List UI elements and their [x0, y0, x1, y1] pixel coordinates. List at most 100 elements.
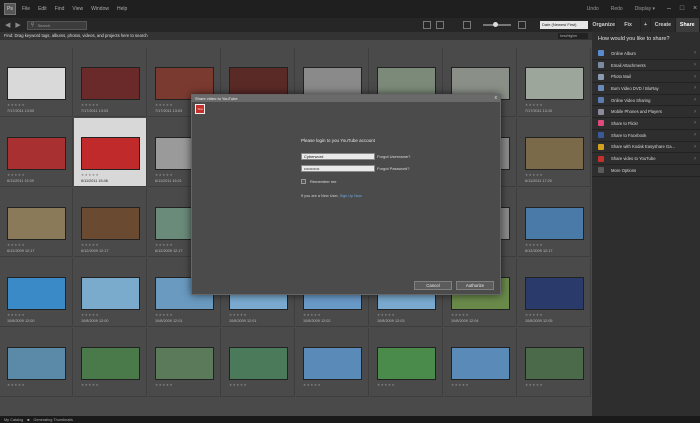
tab-plus[interactable]: +: [640, 18, 652, 32]
share-option[interactable]: Share to Facebook ›: [592, 130, 700, 142]
zoom-slider-handle[interactable]: [493, 22, 498, 27]
tab-organize[interactable]: Organize: [592, 18, 617, 32]
star-rating[interactable]: ★★★★★: [155, 243, 173, 247]
star-rating[interactable]: ★★★★★: [155, 173, 173, 177]
star-rating[interactable]: ★★★★★: [81, 383, 99, 387]
media-thumbnail-cell[interactable]: ★★★★★ 6/11/2011 15:39: [0, 118, 73, 187]
share-option[interactable]: More Options: [592, 165, 700, 177]
thumbnail-image[interactable]: [7, 347, 66, 380]
share-option[interactable]: Photo Mail ›: [592, 71, 700, 84]
media-thumbnail-cell[interactable]: ★★★★★ 6/11/2011 15:46: [74, 118, 147, 187]
thumbnail-image[interactable]: [229, 347, 288, 380]
media-thumbnail-cell[interactable]: ★★★★★: [370, 328, 443, 397]
share-option[interactable]: Share to Flickr ›: [592, 118, 700, 130]
media-thumbnail-cell[interactable]: ★★★★★ 6/12/2009 12:17: [0, 188, 73, 257]
signup-link[interactable]: Sign Up Now: [340, 194, 362, 198]
media-thumbnail-cell[interactable]: ★★★★★: [222, 328, 295, 397]
cancel-button[interactable]: Cancel: [414, 281, 452, 290]
media-thumbnail-cell[interactable]: ★★★★★: [0, 328, 73, 397]
password-field[interactable]: •••••••••••: [301, 165, 375, 172]
media-thumbnail-cell[interactable]: ★★★★★ 6/12/2009 12:17: [518, 188, 591, 257]
star-rating[interactable]: ★★★★★: [377, 313, 395, 317]
menu-find[interactable]: Find: [55, 6, 65, 12]
star-rating[interactable]: ★★★★★: [81, 103, 99, 107]
rotate-left-icon[interactable]: [423, 21, 431, 29]
star-rating[interactable]: ★★★★★: [7, 383, 25, 387]
find-hint-bar[interactable]: Find: Drag keyword tags, albums, photos,…: [0, 32, 592, 40]
media-thumbnail-cell[interactable]: ★★★★★: [518, 328, 591, 397]
share-option[interactable]: Online Album ›: [592, 48, 700, 60]
thumbnail-image[interactable]: [7, 137, 66, 170]
star-rating[interactable]: ★★★★★: [303, 313, 321, 317]
media-thumbnail-cell[interactable]: ★★★★★ 7/17/2011 13:00: [0, 48, 73, 117]
star-rating[interactable]: ★★★★★: [303, 383, 321, 387]
media-thumbnail-cell[interactable]: ★★★★★: [296, 328, 369, 397]
star-rating[interactable]: ★★★★★: [155, 103, 173, 107]
star-rating[interactable]: ★★★★★: [229, 313, 247, 317]
maximize-icon[interactable]: □: [677, 4, 687, 14]
close-icon[interactable]: ×: [690, 4, 700, 14]
thumbnail-image[interactable]: [451, 347, 510, 380]
remember-me-checkbox[interactable]: [301, 179, 306, 184]
star-rating[interactable]: ★★★★★: [81, 173, 99, 177]
minimize-icon[interactable]: –: [664, 4, 674, 14]
star-rating[interactable]: ★★★★★: [7, 103, 25, 107]
sort-select[interactable]: Date (Newest First): [540, 21, 588, 29]
menu-window[interactable]: Window: [91, 6, 109, 12]
thumbnail-image[interactable]: [81, 347, 140, 380]
hint-dropdown[interactable]: best/higher: [558, 33, 588, 39]
thumbnail-image[interactable]: [81, 277, 140, 310]
media-thumbnail-cell[interactable]: ★★★★★ 10/8/2009 12:05: [518, 258, 591, 327]
thumbnail-image[interactable]: [525, 137, 584, 170]
media-thumbnail-cell[interactable]: ★★★★★ 7/17/2011 13:03: [74, 48, 147, 117]
share-option[interactable]: Burn Video DVD / BluRay ›: [592, 83, 700, 95]
star-rating[interactable]: ★★★★★: [81, 313, 99, 317]
thumbnail-image[interactable]: [81, 67, 140, 100]
display-button[interactable]: Display ▾: [635, 6, 655, 12]
catalog-label[interactable]: My Catalog: [4, 418, 23, 422]
rotate-right-icon[interactable]: [436, 21, 444, 29]
menu-help[interactable]: Help: [117, 6, 127, 12]
back-arrow-icon[interactable]: ◀: [5, 21, 10, 29]
forgot-username-link[interactable]: Forgot Username?: [377, 154, 410, 159]
menu-edit[interactable]: Edit: [38, 6, 47, 12]
star-rating[interactable]: ★★★★★: [525, 383, 543, 387]
small-thumbnail-icon[interactable]: [463, 21, 471, 29]
thumbnail-image[interactable]: [525, 67, 584, 100]
star-rating[interactable]: ★★★★★: [81, 243, 99, 247]
undo-button[interactable]: Undo: [587, 6, 599, 12]
media-thumbnail-cell[interactable]: ★★★★★: [444, 328, 517, 397]
thumbnail-image[interactable]: [525, 347, 584, 380]
star-rating[interactable]: ★★★★★: [525, 103, 543, 107]
star-rating[interactable]: ★★★★★: [451, 383, 469, 387]
thumbnail-image[interactable]: [7, 277, 66, 310]
media-thumbnail-cell[interactable]: ★★★★★ 10/8/2009 12:00: [0, 258, 73, 327]
star-rating[interactable]: ★★★★★: [525, 243, 543, 247]
username-field[interactable]: Cyberword: [301, 153, 375, 160]
share-option[interactable]: Email Attachments ›: [592, 60, 700, 72]
star-rating[interactable]: ★★★★★: [7, 173, 25, 177]
thumbnail-image[interactable]: [377, 347, 436, 380]
search-input[interactable]: ⚲ Search: [26, 20, 87, 30]
forgot-password-link[interactable]: Forgot Password?: [377, 166, 409, 171]
thumbnail-image[interactable]: [155, 347, 214, 380]
tab-share[interactable]: Share: [675, 18, 700, 32]
tab-fix[interactable]: Fix: [616, 18, 641, 32]
star-rating[interactable]: ★★★★★: [525, 173, 543, 177]
star-rating[interactable]: ★★★★★: [229, 383, 247, 387]
dialog-close-icon[interactable]: x: [495, 95, 498, 102]
authorize-button[interactable]: Authorize: [456, 281, 494, 290]
star-rating[interactable]: ★★★★★: [7, 243, 25, 247]
tab-create[interactable]: Create: [651, 18, 676, 32]
share-option[interactable]: Mobile Phones and Players ›: [592, 106, 700, 119]
large-thumbnail-icon[interactable]: [518, 21, 526, 29]
thumbnail-image[interactable]: [7, 67, 66, 100]
star-rating[interactable]: ★★★★★: [7, 313, 25, 317]
media-thumbnail-cell[interactable]: ★★★★★: [74, 328, 147, 397]
thumbnail-image[interactable]: [303, 347, 362, 380]
media-thumbnail-cell[interactable]: ★★★★★ 6/12/2009 12:17: [74, 188, 147, 257]
media-thumbnail-cell[interactable]: ★★★★★ 10/8/2009 12:00: [74, 258, 147, 327]
star-rating[interactable]: ★★★★★: [155, 383, 173, 387]
menu-view[interactable]: View: [72, 6, 83, 12]
media-thumbnail-cell[interactable]: ★★★★★ 7/17/2011 13:10: [518, 48, 591, 117]
